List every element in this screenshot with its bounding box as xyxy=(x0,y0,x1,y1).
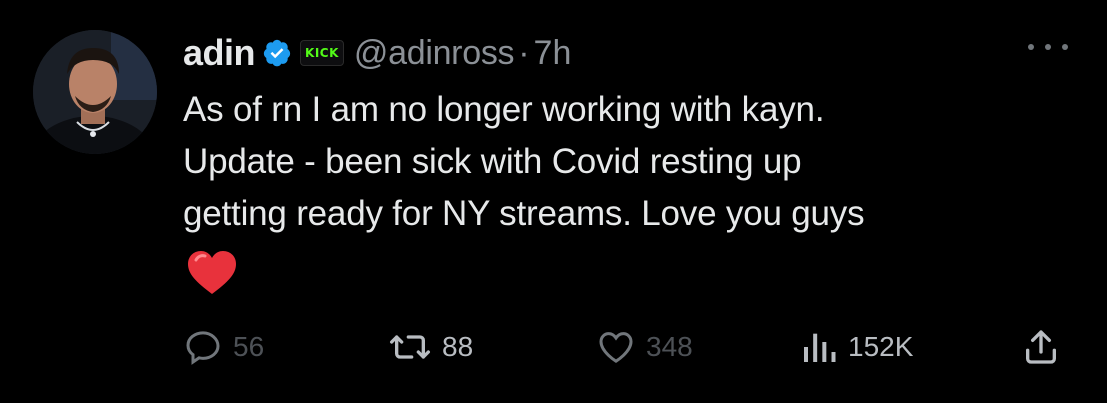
tweet-header: adin KICK @adinross · 7h xyxy=(183,28,571,78)
like-count: 348 xyxy=(646,331,693,362)
timestamp[interactable]: 7h xyxy=(534,34,572,73)
red-heart-emoji xyxy=(188,251,236,294)
verified-badge-icon xyxy=(263,39,291,67)
views-button[interactable]: 152K xyxy=(800,322,913,372)
like-button[interactable]: 348 xyxy=(596,322,693,372)
reply-button[interactable]: 56 xyxy=(183,322,264,372)
action-bar: 56 88 348 152K xyxy=(183,322,1073,372)
views-icon xyxy=(804,333,836,362)
separator-dot: · xyxy=(518,33,530,72)
avatar[interactable] xyxy=(33,30,157,154)
retweet-button[interactable]: 88 xyxy=(388,322,473,372)
share-button[interactable] xyxy=(1021,322,1061,372)
retweet-icon xyxy=(389,335,430,359)
more-icon[interactable] xyxy=(1028,37,1068,57)
tweet-text-line: getting ready for NY streams. Love you g… xyxy=(183,194,865,233)
reply-icon xyxy=(186,331,220,365)
kick-badge: KICK xyxy=(300,40,344,66)
display-name[interactable]: adin xyxy=(183,32,256,74)
avatar-photo xyxy=(33,30,157,154)
share-icon xyxy=(1026,330,1056,364)
reply-count: 56 xyxy=(233,331,265,362)
tweet[interactable]: adin KICK @adinross · 7h As of rn I am n… xyxy=(0,0,1107,403)
tweet-text-line: Update - been sick with Covid resting up xyxy=(183,142,802,181)
tweet-text-line: As of rn I am no longer working with kay… xyxy=(183,90,825,129)
views-count: 152K xyxy=(848,331,914,362)
retweet-count: 88 xyxy=(442,331,474,362)
handle[interactable]: @adinross xyxy=(354,34,515,73)
heart-icon xyxy=(599,332,633,363)
tweet-text: As of rn I am no longer working with kay… xyxy=(183,84,1083,240)
